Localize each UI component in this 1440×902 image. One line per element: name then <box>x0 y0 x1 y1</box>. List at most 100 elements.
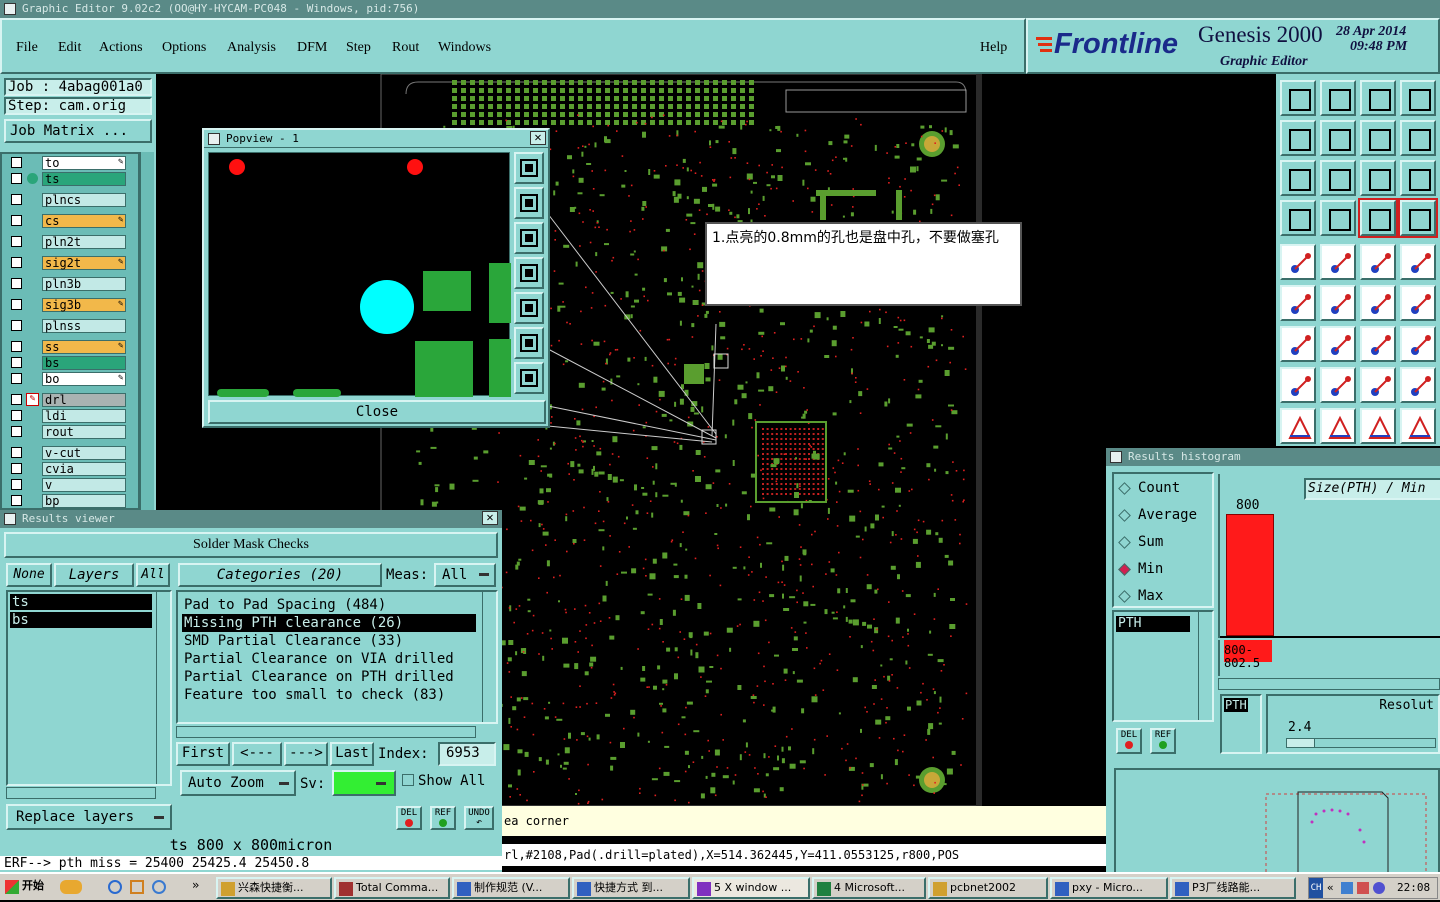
replace-layers-select[interactable]: Replace layers <box>6 804 172 830</box>
histogram-del-button[interactable]: DEL <box>1116 728 1142 754</box>
layer-row-pln2t[interactable]: pln2t <box>8 235 126 249</box>
layer-row-bp[interactable]: bp <box>8 494 126 508</box>
menu-help[interactable]: Help <box>980 40 1007 56</box>
arc-icon[interactable] <box>1360 326 1396 362</box>
layer-checkbox[interactable] <box>11 341 22 352</box>
minus-icon[interactable] <box>1320 367 1356 403</box>
ratio-icon[interactable] <box>1360 160 1396 196</box>
zoom-fit-icon[interactable] <box>514 327 544 359</box>
layer-checkbox[interactable] <box>11 426 22 437</box>
browser-icon[interactable] <box>108 880 122 894</box>
layer-name[interactable]: pln3b <box>42 277 126 291</box>
zoom-up-icon[interactable] <box>1280 80 1316 116</box>
layer-name[interactable]: rout <box>42 425 126 439</box>
taskbar-item[interactable]: 5 X window ... <box>692 877 810 899</box>
meas-select[interactable]: All <box>434 563 496 587</box>
layer-row-bs[interactable]: bs <box>8 356 126 370</box>
layer-name[interactable]: pln2t <box>42 235 126 249</box>
ref-button[interactable]: REF <box>430 806 456 830</box>
next-button[interactable]: ---> <box>284 742 328 766</box>
category-list-scrollbar[interactable] <box>482 592 496 722</box>
ruler-icon[interactable] <box>1360 244 1396 280</box>
category-item[interactable]: Missing PTH clearance (26) <box>182 614 476 632</box>
layer-row-cs[interactable]: cs ✎ <box>8 214 126 228</box>
slash-icon[interactable] <box>1320 326 1356 362</box>
layer-name[interactable]: plncs <box>42 193 126 207</box>
radio-diamond-icon[interactable] <box>1118 563 1131 576</box>
menu-rout[interactable]: Rout <box>392 40 419 56</box>
del-button[interactable]: DEL <box>396 806 422 830</box>
show-all-checkbox[interactable] <box>402 774 414 786</box>
all-button[interactable]: All <box>136 563 170 587</box>
histogram-small-list[interactable]: PTH <box>1220 694 1262 754</box>
layer-name[interactable]: plnss <box>42 319 126 333</box>
pan-left-icon[interactable] <box>514 257 544 289</box>
menu-windows[interactable]: Windows <box>438 40 491 56</box>
histogram-bar[interactable] <box>1226 514 1274 636</box>
histogram-small-item[interactable]: PTH <box>1224 698 1248 712</box>
prev-button[interactable]: <--- <box>232 742 282 766</box>
taskbar-item[interactable]: 制作规范 (V... <box>452 877 570 899</box>
quick-launch-icon-2[interactable] <box>130 880 144 894</box>
taskbar-item[interactable]: pxy - Micro... <box>1050 877 1168 899</box>
undo-button[interactable]: UNDO ↶ <box>464 806 494 830</box>
layer-row-ts[interactable]: ts <box>8 172 126 186</box>
cross-icon[interactable] <box>1320 285 1356 321</box>
ime-indicator[interactable]: CH <box>1309 878 1323 898</box>
layer-results-scrollbar[interactable] <box>156 592 170 784</box>
quick-launch-icon-3[interactable] <box>152 880 166 894</box>
more-icon[interactable]: » <box>192 878 199 892</box>
auto-zoom-select[interactable]: Auto Zoom <box>180 770 296 796</box>
pan-down-icon[interactable] <box>514 222 544 254</box>
layer-checkbox[interactable] <box>11 173 22 184</box>
layer-row-bo[interactable]: bo ✎ <box>8 372 126 386</box>
layer-checkbox[interactable] <box>11 394 22 405</box>
tray-app-icon[interactable] <box>1357 882 1369 894</box>
cluster-icon[interactable] <box>1400 367 1436 403</box>
job-matrix-button[interactable]: Job Matrix ... <box>4 119 152 143</box>
radio-diamond-icon[interactable] <box>1118 590 1131 603</box>
layer-name[interactable]: sig3b <box>42 298 126 312</box>
layer-checkbox[interactable] <box>11 357 22 368</box>
layer-name[interactable]: drl <box>42 393 126 407</box>
histogram-menu-icon[interactable] <box>1110 451 1122 463</box>
layer-name[interactable]: ss <box>42 340 126 354</box>
none-button[interactable]: None <box>6 563 52 587</box>
layer-checkbox[interactable] <box>11 194 22 205</box>
net-icon[interactable] <box>1358 198 1398 238</box>
quick-launch-icon[interactable] <box>60 880 82 894</box>
histogram-option-sum[interactable]: Sum <box>1118 534 1212 552</box>
layer-name[interactable]: bs <box>42 356 126 370</box>
layer-checkbox[interactable] <box>11 495 22 506</box>
taskbar-item[interactable]: Total Comma... <box>334 877 450 899</box>
measure-icon[interactable] <box>1360 367 1396 403</box>
layer-name[interactable]: ldi <box>42 409 126 423</box>
fit-icon[interactable] <box>1280 160 1316 196</box>
select-icon[interactable] <box>1280 244 1316 280</box>
results-close-icon[interactable]: ✕ <box>482 511 498 525</box>
histogram-ref-button[interactable]: REF <box>1150 728 1176 754</box>
pan-right-icon[interactable] <box>514 292 544 324</box>
grid-icon[interactable] <box>1320 200 1356 236</box>
zoom-home-icon[interactable] <box>514 362 544 394</box>
help-icon[interactable] <box>1400 160 1436 196</box>
layer-checkbox[interactable] <box>11 479 22 490</box>
histogram-option-min[interactable]: Min <box>1118 561 1212 579</box>
split-icon[interactable] <box>1400 326 1436 362</box>
layer-checkbox[interactable] <box>11 157 22 168</box>
layer-checkbox[interactable] <box>11 257 22 268</box>
layer-row-rout[interactable]: rout <box>8 425 126 439</box>
layer-name[interactable]: ts <box>42 172 126 186</box>
layer-name[interactable]: to <box>42 156 126 170</box>
menu-dfm[interactable]: DFM <box>297 40 327 56</box>
categories-button[interactable]: Categories (20) <box>178 563 382 587</box>
center-icon[interactable] <box>1320 160 1356 196</box>
start-button[interactable]: 开始 <box>2 877 52 899</box>
menu-step[interactable]: Step <box>346 40 371 56</box>
histogram-field-list[interactable]: PTH <box>1112 610 1214 722</box>
popview-close-icon[interactable]: ✕ <box>530 131 546 145</box>
swap-icon[interactable] <box>1360 120 1396 156</box>
rotate-icon[interactable] <box>1400 120 1436 156</box>
layer-result-item[interactable]: bs <box>10 612 152 628</box>
layer-name[interactable]: sig2t <box>42 256 126 270</box>
